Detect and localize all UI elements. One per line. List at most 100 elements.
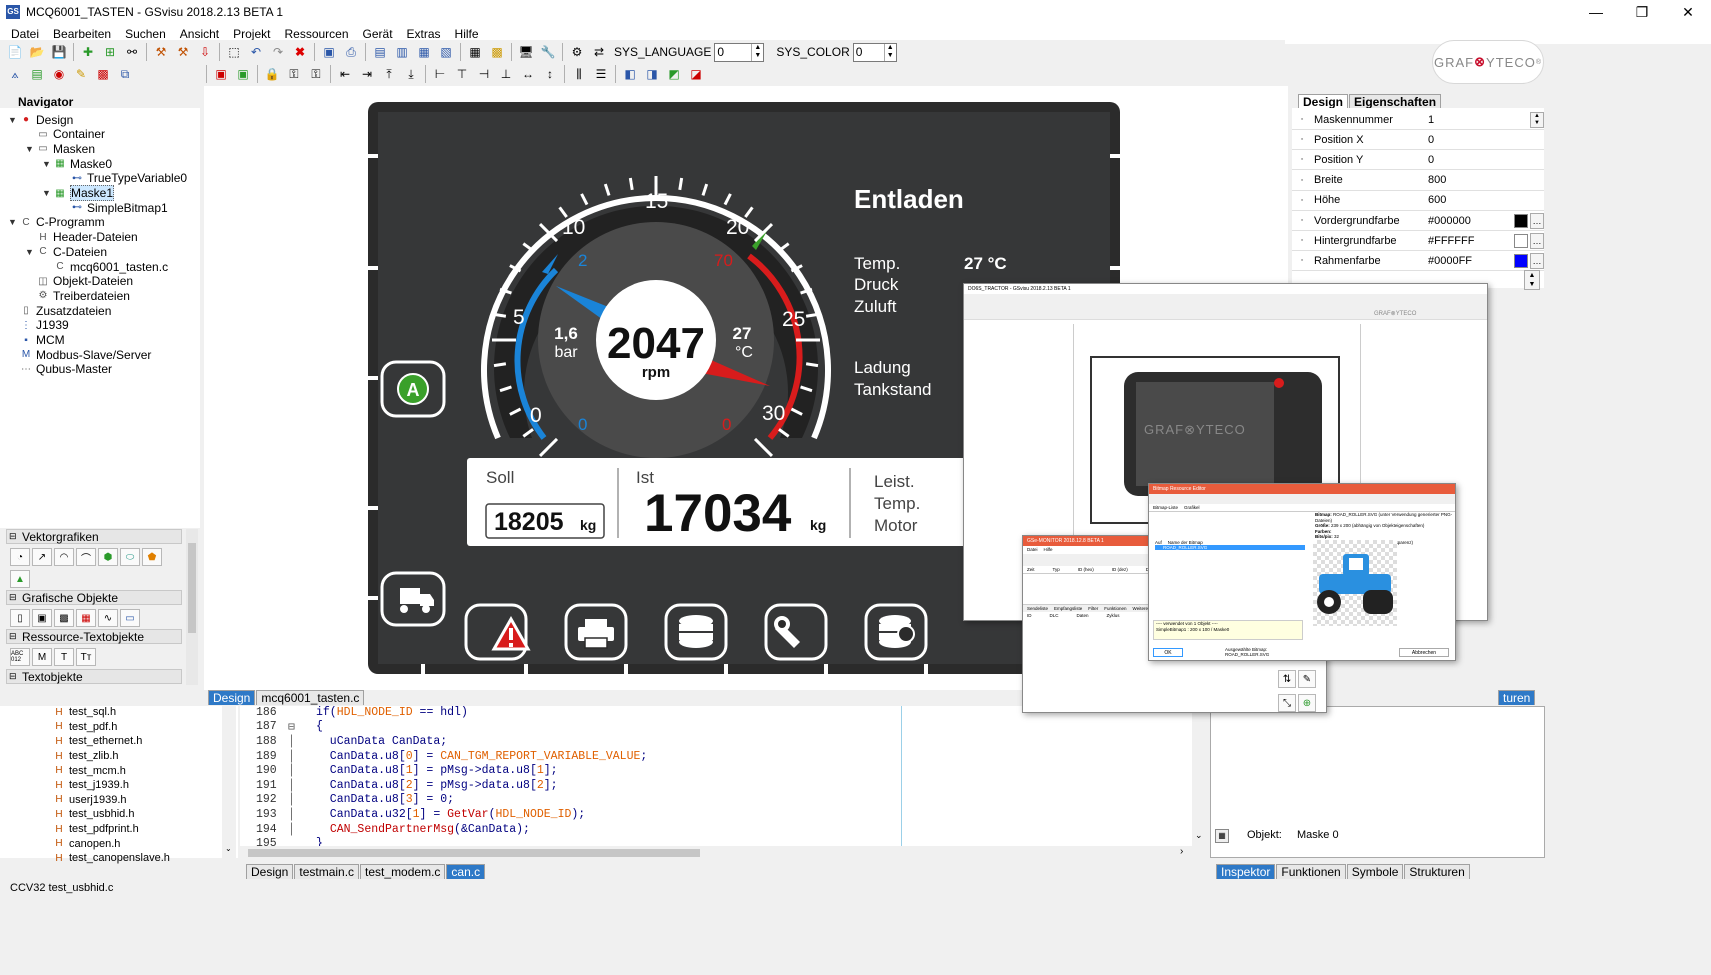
tool-a-icon[interactable]: ⇅: [1278, 670, 1296, 688]
settings-icon[interactable]: ⚙: [567, 42, 587, 62]
editor-v-scrollbar[interactable]: ⌄: [1192, 706, 1206, 846]
window-icon[interactable]: ▣: [319, 42, 339, 62]
same-width-icon[interactable]: ↔: [518, 64, 538, 84]
center-h-icon[interactable]: ⊣: [474, 64, 494, 84]
unlock-icon[interactable]: ⚿: [284, 64, 304, 84]
menu-hilfe[interactable]: Hilfe: [448, 27, 486, 41]
expand-toggle-icon[interactable]: ▼: [42, 159, 51, 169]
tab-testmain[interactable]: testmain.c: [294, 864, 360, 879]
menu-extras[interactable]: Extras: [400, 27, 448, 41]
chevron-down-icon[interactable]: ⌄: [1195, 830, 1203, 841]
save-icon[interactable]: 💾: [49, 42, 69, 62]
property-row[interactable]: ▫ Breite 800: [1292, 171, 1544, 191]
sys-color-spinner[interactable]: 0 ▲ ▼: [852, 42, 897, 62]
monitor-icon[interactable]: 🖥: [516, 42, 536, 62]
navigator-item[interactable]: Cmcq6001_tasten.c: [42, 259, 168, 274]
file-list-item[interactable]: Htest_usbhid.h: [52, 807, 134, 822]
collapse-icon[interactable]: ⊟: [9, 671, 19, 682]
text-icon[interactable]: T: [54, 648, 74, 666]
resource-icon[interactable]: ▤: [27, 64, 47, 84]
close-button[interactable]: ✕: [1665, 0, 1711, 24]
wrench-icon[interactable]: 🔧: [538, 42, 558, 62]
transfer-icon[interactable]: ⇄: [589, 42, 609, 62]
file-list-item[interactable]: Htest_ethernet.h: [52, 734, 142, 749]
menu-datei[interactable]: Datei: [4, 27, 46, 41]
navigator-item[interactable]: H Header-Dateien: [25, 230, 137, 245]
expand-toggle-icon[interactable]: ▼: [25, 144, 34, 154]
code-editor[interactable]: 186 if(HDL_NODE_ID == hdl) 187 ⊟{188 │ uCan…: [240, 706, 1202, 850]
tab-inspektor[interactable]: Inspektor: [1216, 864, 1276, 879]
wave-tool-icon[interactable]: ∿: [98, 609, 118, 627]
mask-prev-icon[interactable]: ▣: [211, 64, 231, 84]
tab-strukturen-top[interactable]: turen: [1498, 690, 1536, 705]
palette-vektorgrafiken[interactable]: ⊟ Vektorgrafiken: [6, 529, 182, 544]
image-icon[interactable]: ▩: [93, 64, 113, 84]
distribute-h-icon[interactable]: ⫼: [569, 64, 589, 84]
new-file-icon[interactable]: 📄: [5, 42, 25, 62]
file-list-item[interactable]: Huserj1939.h: [52, 793, 126, 808]
order-back-icon[interactable]: ◨: [642, 64, 662, 84]
undo-icon[interactable]: ↶: [246, 42, 266, 62]
property-value[interactable]: #0000FF: [1424, 255, 1514, 267]
number-text-icon[interactable]: ABC 012: [10, 648, 30, 666]
mask-next-icon[interactable]: ▣: [233, 64, 253, 84]
align-right-icon[interactable]: ⇥: [357, 64, 377, 84]
distribute-v-icon[interactable]: ☰: [591, 64, 611, 84]
fold-toggle-icon[interactable]: ⊟: [288, 719, 316, 734]
file-list-item[interactable]: Htest_mcm.h: [52, 763, 125, 778]
code-line[interactable]: 187 ⊟{: [240, 719, 323, 734]
file-list-item[interactable]: Htest_canopenslave.h: [52, 851, 170, 866]
order-front-icon[interactable]: ◧: [620, 64, 640, 84]
needle-tool-icon[interactable]: ↗: [32, 548, 52, 566]
palette-scroll-thumb[interactable]: [188, 543, 196, 633]
grid-icon[interactable]: ▦: [465, 42, 485, 62]
align-left-icon[interactable]: ⇤: [335, 64, 355, 84]
property-value[interactable]: 600: [1424, 194, 1544, 206]
navigator-item[interactable]: ▼ ▦ Maske1: [42, 185, 115, 201]
property-row[interactable]: ▫ Hintergrundfarbe #FFFFFF…: [1292, 231, 1544, 252]
property-value[interactable]: 0: [1424, 154, 1544, 166]
binoculars-icon[interactable]: ⚯: [122, 42, 142, 62]
file-list-item[interactable]: Htest_sql.h: [52, 705, 116, 720]
tab-funktionen[interactable]: Funktionen: [1276, 864, 1346, 879]
expand-toggle-icon[interactable]: ▼: [8, 115, 17, 125]
property-row[interactable]: ▫ Position X 0: [1292, 130, 1544, 151]
add-icon[interactable]: ✚: [78, 42, 98, 62]
menu-bearbeiten[interactable]: Bearbeiten: [46, 27, 118, 41]
curve-tool-icon[interactable]: ⌒: [76, 548, 96, 566]
layout-d-icon[interactable]: ▧: [436, 42, 456, 62]
gauge-tool-icon[interactable]: ◔: [10, 548, 30, 566]
file-list-scrollbar[interactable]: ⌄: [222, 706, 236, 858]
truetype-text-icon[interactable]: Tт: [76, 648, 96, 666]
triangle-tool-icon[interactable]: ▲: [10, 570, 30, 588]
file-list-item[interactable]: Htest_j1939.h: [52, 778, 129, 793]
redo-icon[interactable]: ↷: [268, 42, 288, 62]
property-value[interactable]: 1: [1424, 114, 1530, 126]
navigator-item[interactable]: ▼ C C-Programm: [8, 215, 105, 230]
code-line[interactable]: 191 │ CanData.u8[2] = pMsg->data.u8[2];: [240, 778, 558, 793]
code-line[interactable]: 189 │ CanData.u8[0] = CAN_TGM_REPORT_VARI…: [240, 749, 647, 764]
navigator-item[interactable]: ▼ ● Design: [8, 112, 73, 127]
property-row[interactable]: ▫ Höhe 600: [1292, 191, 1544, 211]
expand-toggle-icon[interactable]: ▼: [25, 247, 34, 257]
code-line[interactable]: 193 │ CanData.u32[1] = GetVar(HDL_NODE_ID…: [240, 807, 585, 822]
palette-scrollbar[interactable]: [186, 529, 198, 685]
overlay-ok-button[interactable]: OK: [1153, 648, 1183, 657]
property-value[interactable]: 0: [1424, 134, 1544, 146]
navigator-item[interactable]: ▼ C C-Dateien: [25, 244, 107, 259]
bar-tool-icon[interactable]: ▯: [10, 609, 30, 627]
tool-c-icon[interactable]: ⤡: [1278, 694, 1296, 712]
align-h-icon[interactable]: ⊢: [430, 64, 450, 84]
delete-icon[interactable]: ✖: [290, 42, 310, 62]
device-icon[interactable]: ⎙: [341, 42, 361, 62]
tool-b-icon[interactable]: ✎: [1298, 670, 1316, 688]
navigator-item[interactable]: ▼ ▦ Maske0: [42, 156, 112, 171]
tab-design[interactable]: Design: [208, 690, 256, 705]
property-row[interactable]: ▫ Rahmenfarbe #0000FF…: [1292, 251, 1544, 272]
file-list-item[interactable]: Htest_zlib.h: [52, 749, 118, 764]
palette-ressource-textobjekte[interactable]: ⊟ Ressource-Textobjekte: [6, 629, 182, 644]
navigator-item[interactable]: ⊷ TrueTypeVariable0: [59, 171, 187, 186]
order-down-icon[interactable]: ◪: [686, 64, 706, 84]
layout-b-icon[interactable]: ▥: [392, 42, 412, 62]
editor-h-scrollbar[interactable]: ›: [240, 846, 1190, 860]
